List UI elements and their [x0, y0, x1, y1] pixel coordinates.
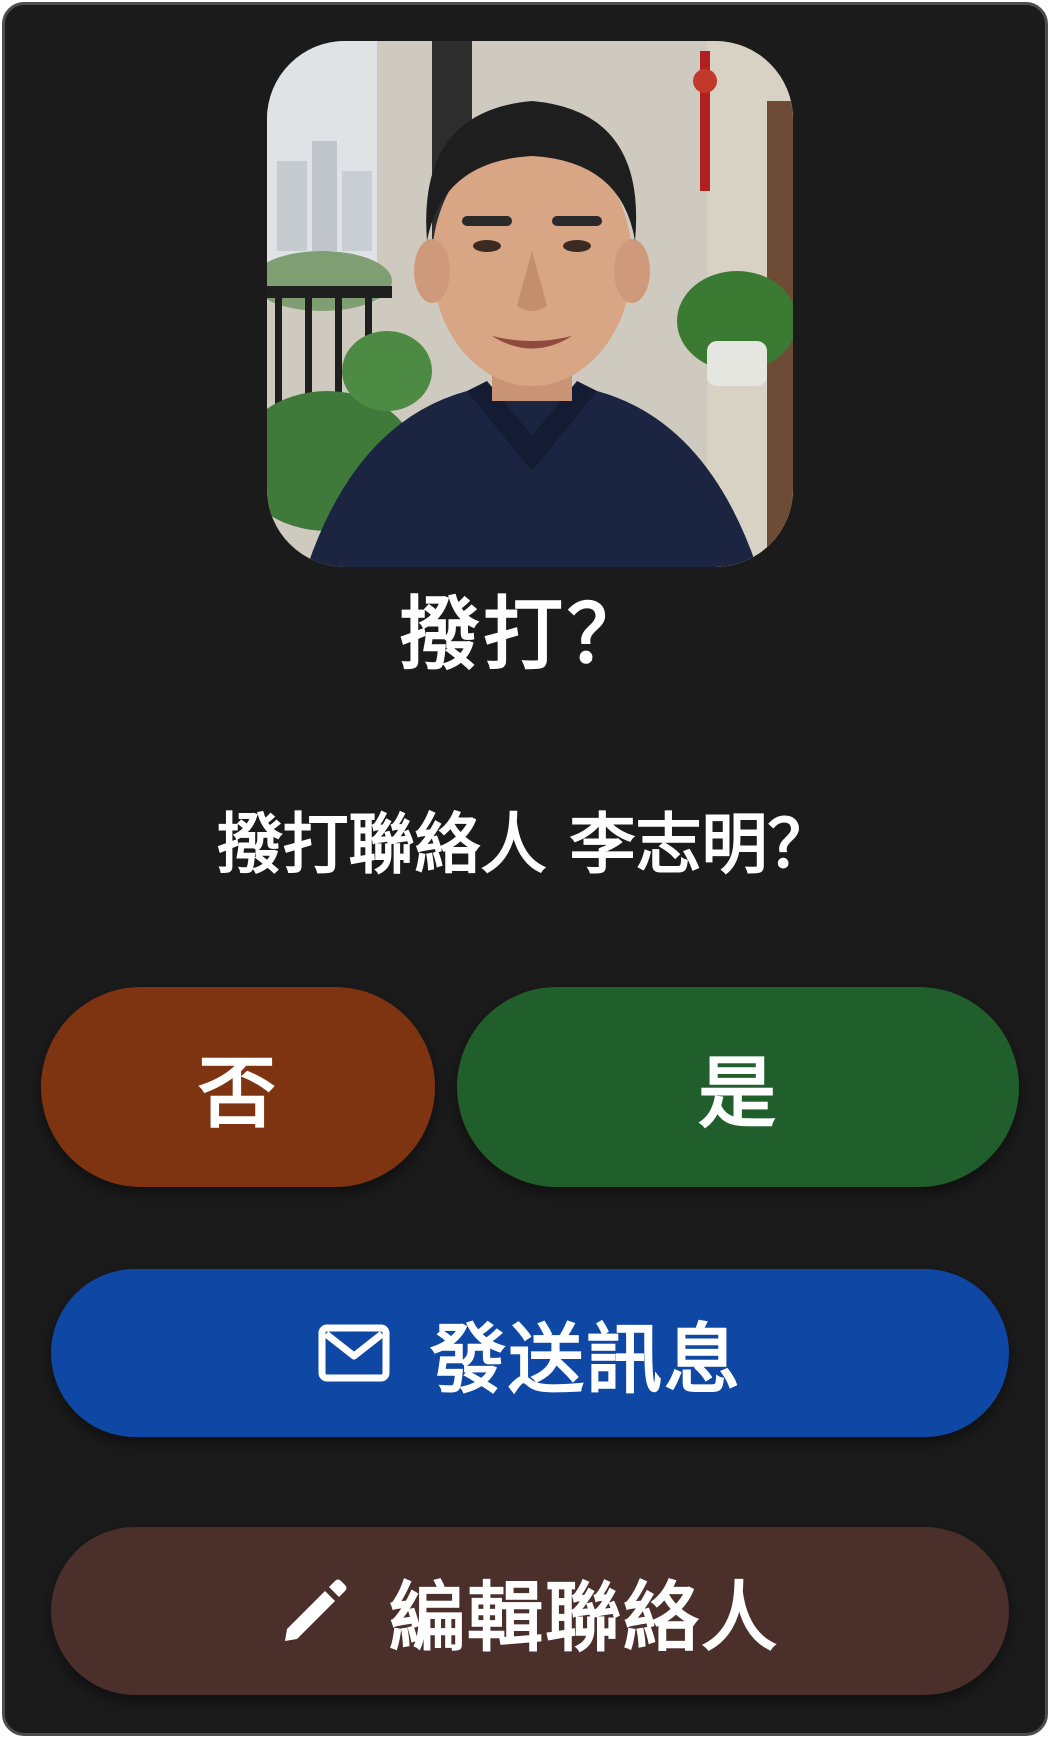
contact-photo-image: [267, 41, 793, 567]
no-button[interactable]: 否: [41, 987, 435, 1187]
call-confirm-dialog: 撥打？ 撥打聯絡人 李志明？ 否 是 發送訊息 編輯聯絡人: [2, 2, 1048, 1736]
dialog-title: 撥打？: [399, 588, 651, 681]
dialog-message: 撥打聯絡人 李志明？: [216, 806, 834, 883]
edit-contact-button[interactable]: 編輯聯絡人: [51, 1527, 1009, 1695]
no-button-label: 否: [197, 1049, 278, 1139]
yes-button[interactable]: 是: [457, 987, 1019, 1187]
mail-icon: [318, 1324, 390, 1382]
edit-contact-label: 編輯聯絡人: [389, 1573, 779, 1662]
pencil-icon: [281, 1577, 349, 1645]
send-message-button[interactable]: 發送訊息: [51, 1269, 1009, 1437]
send-message-label: 發送訊息: [430, 1315, 742, 1404]
contact-avatar: [267, 41, 793, 567]
yes-button-label: 是: [697, 1049, 778, 1139]
